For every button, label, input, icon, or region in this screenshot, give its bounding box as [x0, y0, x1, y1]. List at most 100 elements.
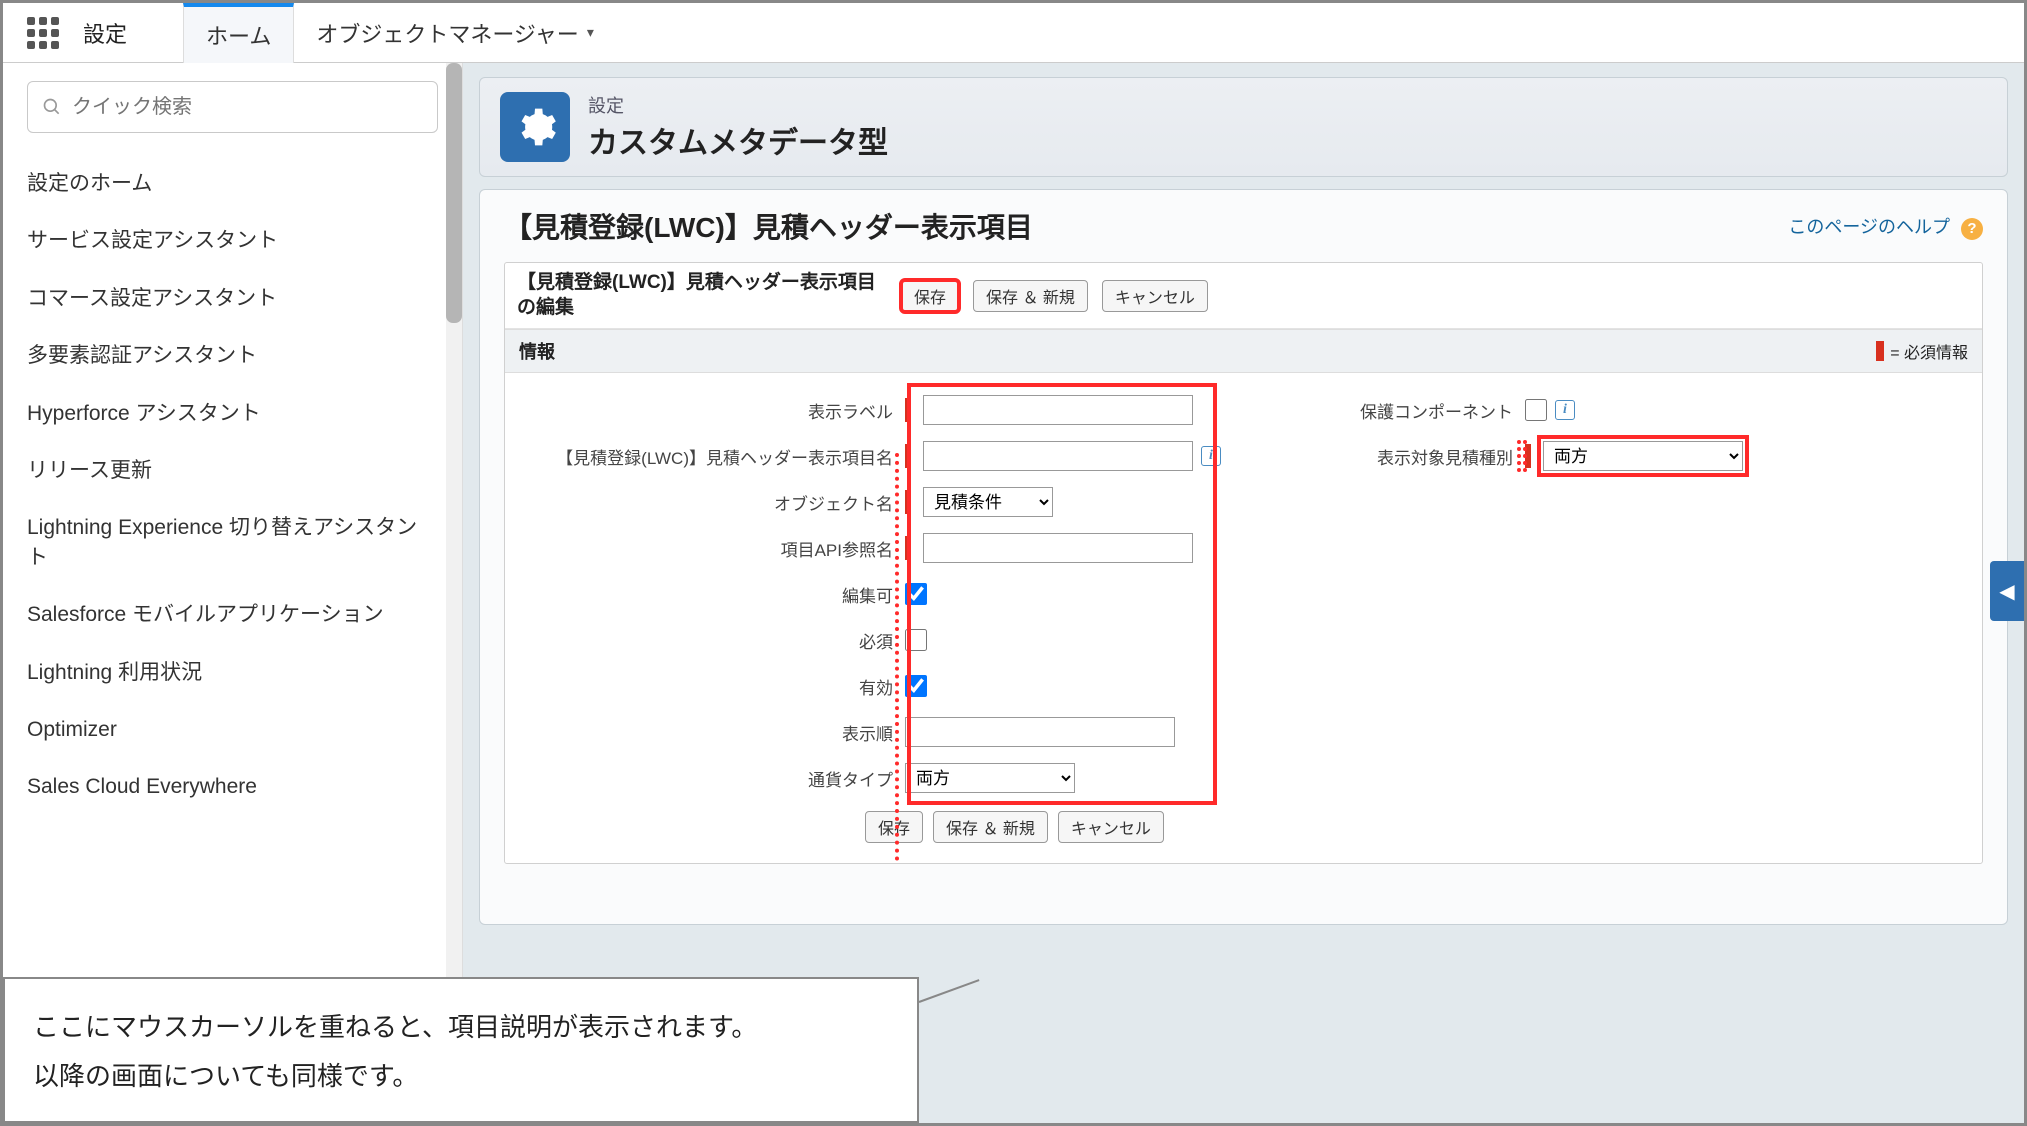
save-and-new-button[interactable]: 保存 ＆ 新規 [973, 280, 1088, 312]
input-api-name[interactable] [923, 533, 1193, 563]
info-icon[interactable]: i [1555, 400, 1575, 420]
callout-line-1: ここにマウスカーソルを重ねると、項目説明が表示されます。 [33, 1003, 889, 1052]
search-icon [42, 97, 62, 117]
sidebar-item-hyperforce-assistant[interactable]: Hyperforce アシスタント [27, 385, 438, 442]
label-object-name: オブジェクト名 [505, 490, 905, 515]
sidebar-item-release-updates[interactable]: リリース更新 [27, 442, 438, 499]
fields-wrap: 表示ラベル 【見積登録(LWC)】見積ヘッダー表示項目名 [505, 373, 1982, 863]
input-display-label[interactable] [923, 395, 1193, 425]
sidebar-item-salesforce-mobile-app[interactable]: Salesforce モバイルアプリケーション [27, 586, 438, 643]
required-legend-text: = 必須情報 [1890, 339, 1968, 363]
tab-home[interactable]: ホーム [183, 3, 294, 63]
required-indicator-icon [905, 536, 911, 560]
label-currency-type: 通貨タイプ [505, 766, 905, 791]
footer-buttons: 保存 保存 ＆ 新規 キャンセル [505, 801, 1982, 843]
row-enabled: 有効 [505, 663, 1225, 709]
two-col: 表示ラベル 【見積登録(LWC)】見積ヘッダー表示項目名 [505, 387, 1982, 801]
checkbox-editable[interactable] [905, 583, 927, 605]
required-mark-icon [1876, 341, 1884, 361]
sidebar-item-lightning-usage[interactable]: Lightning 利用状況 [27, 644, 438, 701]
row-currency-type: 通貨タイプ 両方 [505, 755, 1225, 801]
page-header-text: 設定 カスタムメタデータ型 [588, 92, 888, 162]
row-editable: 編集可 [505, 571, 1225, 617]
help-link[interactable]: このページのヘルプ ? [1788, 213, 1983, 240]
tab-object-manager-label: オブジェクトマネージャー [316, 17, 578, 49]
setup-title: 設定 [83, 17, 183, 49]
main-area: 設定 カスタムメタデータ型 【見積登録(LWC)】見積ヘッダー表示項目 このペー… [463, 63, 2024, 1123]
label-display-label: 表示ラベル [505, 398, 905, 423]
row-protected: 保護コンポーネント i [1265, 387, 1982, 433]
tab-home-label: ホーム [206, 19, 271, 51]
save-button[interactable]: 保存 [901, 280, 959, 312]
chevron-down-icon: ▾ [587, 24, 594, 41]
page-header-small: 設定 [588, 92, 888, 118]
quick-find-input[interactable] [72, 96, 423, 119]
app-launcher-button[interactable] [3, 17, 83, 49]
waffle-icon [27, 17, 59, 49]
sidebar-item-commerce-assistant[interactable]: コマース設定アシスタント [27, 270, 438, 327]
row-api-name: 項目API参照名 [505, 525, 1225, 571]
detail-card: 【見積登録(LWC)】見積ヘッダー表示項目 このページのヘルプ ? 【見積登録(… [479, 189, 2008, 925]
app-frame: 設定 ホーム オブジェクトマネージャー ▾ 設定のホーム サービス設定アシスタン… [0, 0, 2027, 1126]
select-target-quote-type[interactable]: 両方 [1543, 441, 1743, 471]
checkbox-required[interactable] [905, 629, 927, 651]
content-row: 設定のホーム サービス設定アシスタント コマース設定アシスタント 多要素認証アシ… [3, 63, 2024, 1123]
row-display-order: 表示順 [505, 709, 1225, 755]
input-display-order[interactable] [905, 717, 1175, 747]
sidebar-item-lex-switch-assistant[interactable]: Lightning Experience 切り替えアシスタント [27, 499, 438, 586]
callout-note: ここにマウスカーソルを重ねると、項目説明が表示されます。 以降の画面についても同… [3, 977, 919, 1123]
detail-title: 【見積登録(LWC)】見積ヘッダー表示項目 [504, 206, 1033, 246]
required-indicator-icon [905, 490, 911, 514]
select-object-name[interactable]: 見積条件 [923, 487, 1053, 517]
input-name[interactable] [923, 441, 1193, 471]
sidebar-item-sales-cloud-everywhere[interactable]: Sales Cloud Everywhere [27, 758, 438, 815]
required-indicator-icon [905, 444, 911, 468]
select-currency-type[interactable]: 両方 [905, 763, 1075, 793]
label-editable: 編集可 [505, 582, 905, 607]
row-display-label: 表示ラベル [505, 387, 1225, 433]
triangle-left-icon: ◀ [1999, 579, 2014, 604]
row-target-quote-type: 表示対象見積種別 両方 [1265, 433, 1982, 479]
checkbox-enabled[interactable] [905, 675, 927, 697]
info-icon[interactable]: i [1201, 446, 1221, 466]
gear-icon [513, 105, 557, 149]
required-legend: = 必須情報 [1876, 339, 1968, 363]
page-header-big: カスタムメタデータ型 [588, 118, 888, 162]
callout-line-2: 以降の画面についても同様です。 [33, 1052, 889, 1101]
row-object: オブジェクト名 見積条件 [505, 479, 1225, 525]
sidebar-item-setup-home[interactable]: 設定のホーム [27, 155, 438, 212]
sidebar-item-optimizer[interactable]: Optimizer [27, 701, 438, 758]
annotation-dotted-marker [1517, 440, 1527, 472]
page-header: 設定 カスタムメタデータ型 [479, 77, 2008, 177]
save-and-new-button-bottom[interactable]: 保存 ＆ 新規 [933, 811, 1048, 843]
label-display-order: 表示順 [505, 720, 905, 745]
quick-find-box[interactable] [27, 81, 438, 133]
setup-sidebar: 設定のホーム サービス設定アシスタント コマース設定アシスタント 多要素認証アシ… [3, 63, 463, 1123]
row-required: 必須 [505, 617, 1225, 663]
sidebar-item-service-assistant[interactable]: サービス設定アシスタント [27, 212, 438, 269]
section-bar: 情報 = 必須情報 [505, 329, 1982, 373]
sidebar-scrollbar-thumb[interactable] [446, 63, 462, 323]
tab-object-manager[interactable]: オブジェクトマネージャー ▾ [294, 3, 616, 63]
cancel-button-bottom[interactable]: キャンセル [1058, 811, 1164, 843]
gear-icon-box [500, 92, 570, 162]
save-button-bottom[interactable]: 保存 [865, 811, 923, 843]
label-name: 【見積登録(LWC)】見積ヘッダー表示項目名 [505, 444, 905, 469]
edit-box: 【見積登録(LWC)】見積ヘッダー表示項目の編集 保存 保存 ＆ 新規 キャンセ… [504, 262, 1983, 864]
left-column: 表示ラベル 【見積登録(LWC)】見積ヘッダー表示項目名 [505, 387, 1225, 801]
checkbox-protected[interactable] [1525, 399, 1547, 421]
edit-header: 【見積登録(LWC)】見積ヘッダー表示項目の編集 保存 保存 ＆ 新規 キャンセ… [505, 263, 1982, 329]
edit-header-title: 【見積登録(LWC)】見積ヘッダー表示項目の編集 [517, 271, 887, 320]
detail-title-row: 【見積登録(LWC)】見積ヘッダー表示項目 このページのヘルプ ? [504, 206, 1983, 246]
sidebar-item-mfa-assistant[interactable]: 多要素認証アシスタント [27, 327, 438, 384]
top-bar: 設定 ホーム オブジェクトマネージャー ▾ [3, 3, 2024, 63]
slide-in-tab[interactable]: ◀ [1990, 561, 2024, 621]
right-column: 保護コンポーネント i 表示対象見積種別 [1225, 387, 1982, 801]
help-icon: ? [1961, 218, 1983, 240]
cancel-button[interactable]: キャンセル [1102, 280, 1208, 312]
section-label: 情報 [519, 338, 555, 364]
label-required: 必須 [505, 628, 905, 653]
label-enabled: 有効 [505, 674, 905, 699]
required-indicator-icon [905, 398, 911, 422]
label-protected: 保護コンポーネント [1265, 398, 1525, 423]
